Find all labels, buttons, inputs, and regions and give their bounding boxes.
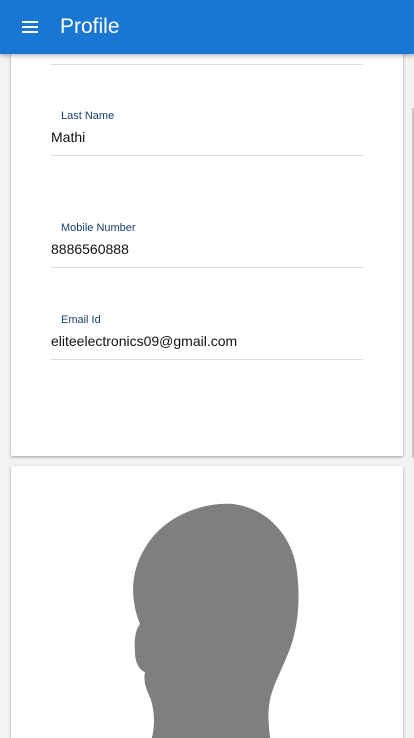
profile-screen: Profile Last Name Mathi Mobile Number 88… [0,0,414,738]
email-id-label: Email Id [61,314,101,326]
email-id-underline [51,359,363,360]
first-name-field-underline [51,64,363,65]
profile-photo-card[interactable] [11,466,403,738]
last-name-label: Last Name [61,110,115,122]
email-id-input[interactable]: eliteelectronics09@gmail.com [51,333,237,349]
mobile-number-label: Mobile Number [61,222,136,234]
last-name-input[interactable]: Mathi [51,129,85,145]
app-bar: Profile [0,0,414,54]
page-title: Profile [60,15,120,38]
last-name-underline [51,155,363,156]
menu-icon [22,21,38,33]
menu-button[interactable] [14,10,48,44]
profile-form-card: Last Name Mathi Mobile Number 8886560888… [11,0,403,456]
mobile-number-input[interactable]: 8886560888 [51,241,129,257]
mobile-number-underline [51,267,363,268]
profile-silhouette-icon [133,503,299,738]
